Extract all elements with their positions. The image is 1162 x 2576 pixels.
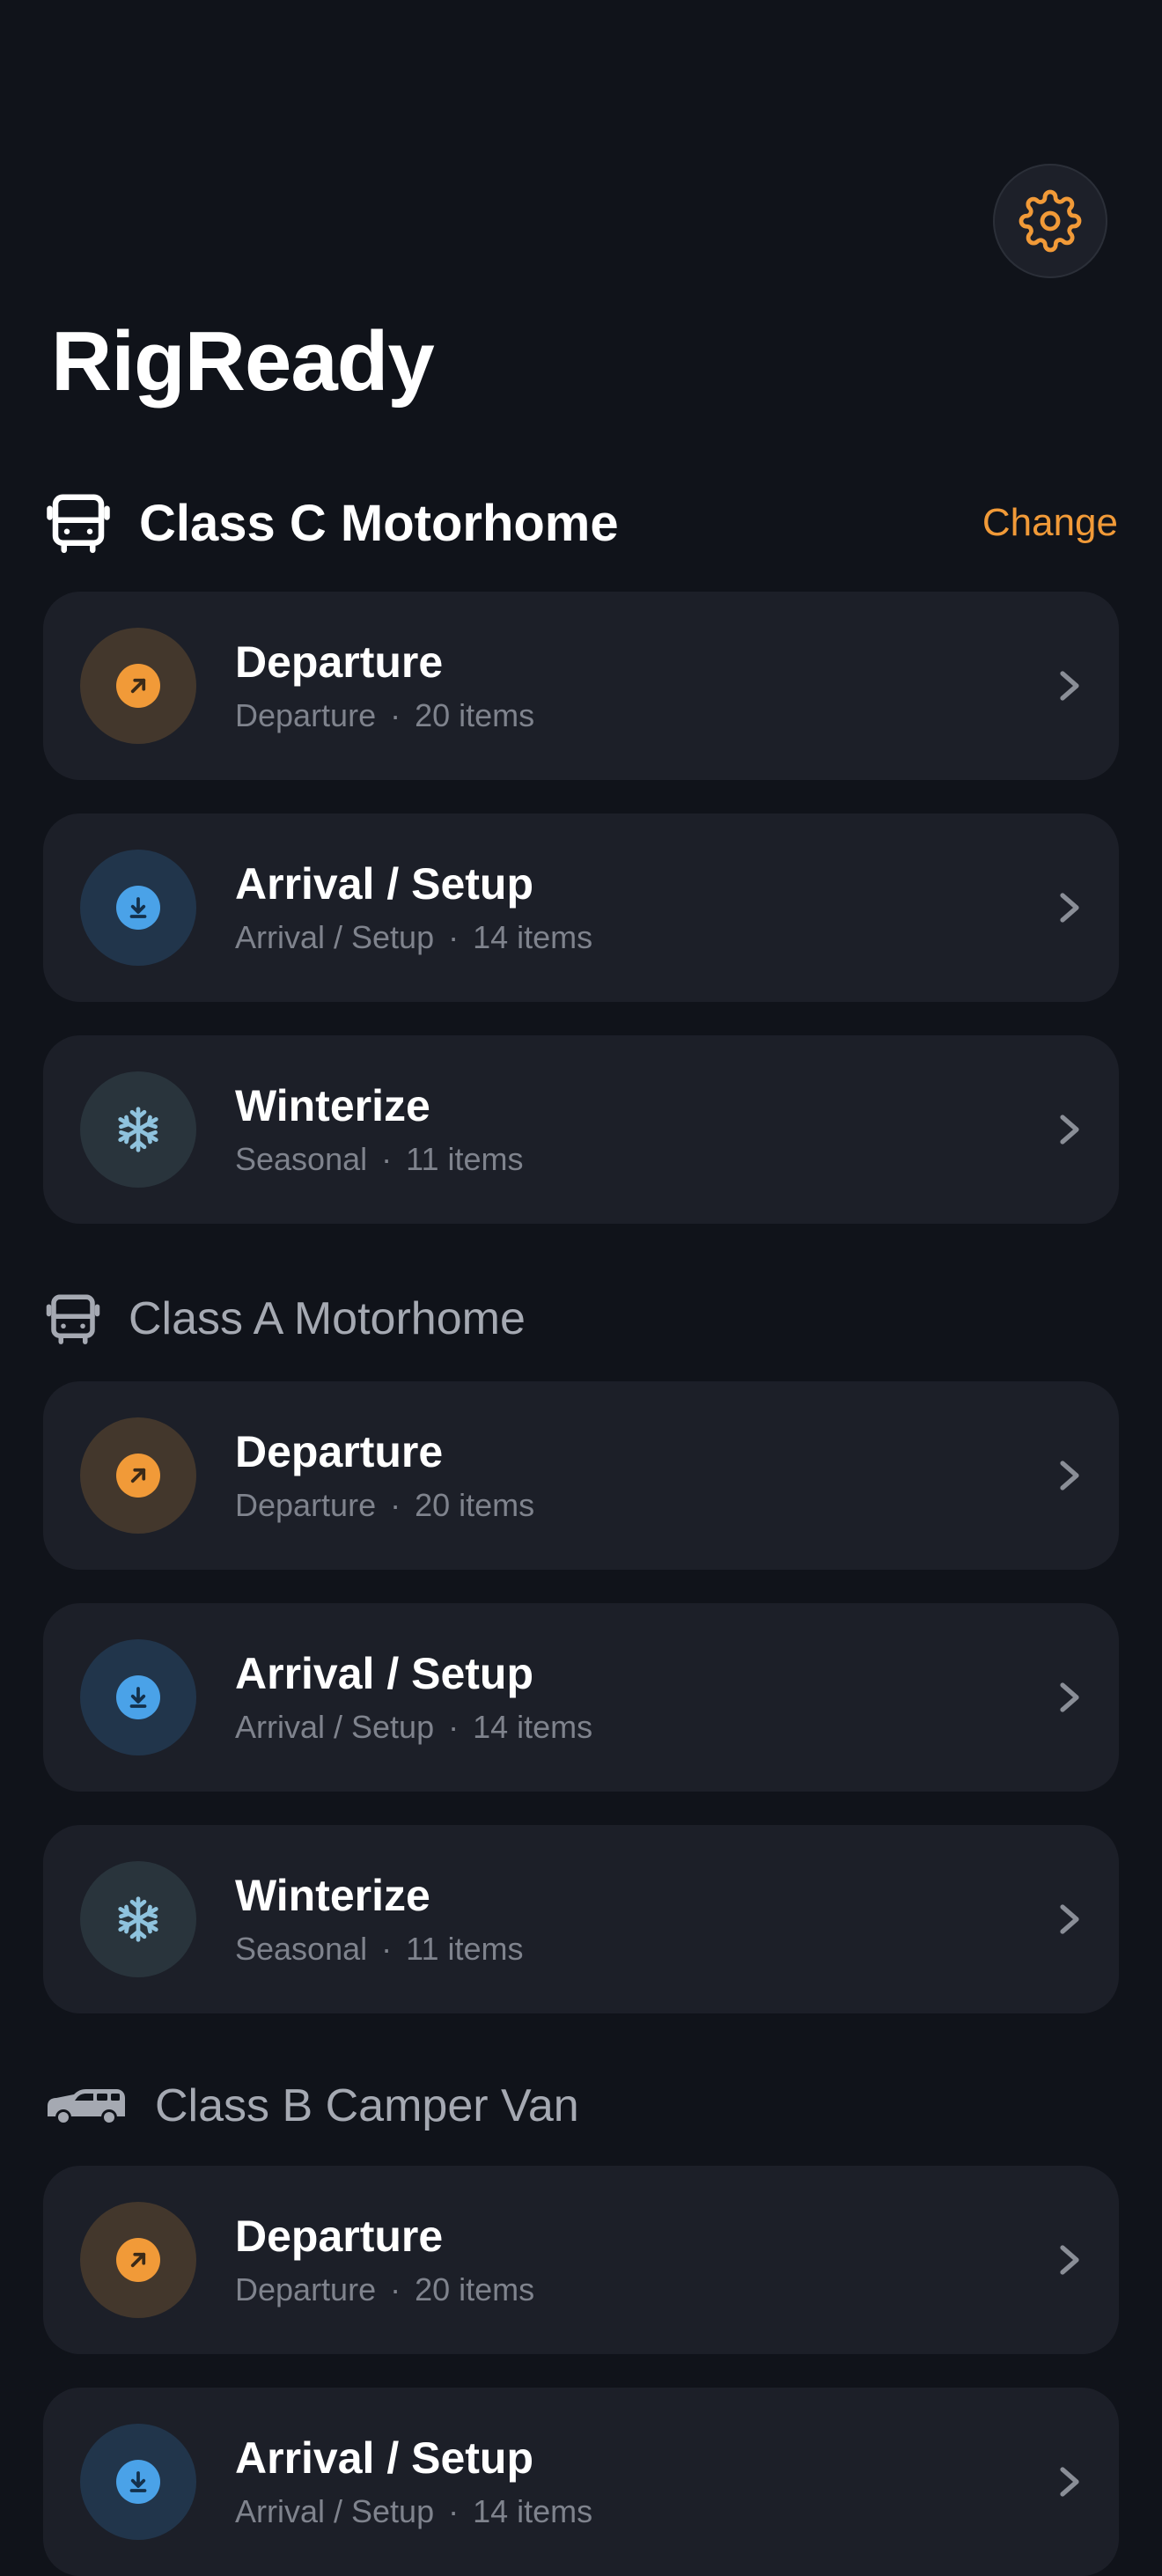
arrival-badge xyxy=(80,2424,196,2540)
card-title: Winterize xyxy=(235,1080,430,1130)
checklist-card-winterize[interactable]: Winterize Seasonal · 11 items xyxy=(43,1825,1119,2013)
van-icon xyxy=(44,2084,129,2128)
card-title: Departure xyxy=(235,2211,444,2261)
section-title: Class A Motorhome xyxy=(129,1293,526,1344)
bus-icon xyxy=(44,1290,102,1348)
arrow-up-right-icon xyxy=(116,664,160,708)
card-title: Arrival / Setup xyxy=(235,1648,533,1698)
section-header-class-a[interactable]: Class A Motorhome xyxy=(44,1284,1118,1354)
arrow-up-right-icon xyxy=(116,1454,160,1498)
chevron-right-icon xyxy=(1057,1902,1082,1937)
card-title: Departure xyxy=(235,637,444,687)
chevron-right-icon xyxy=(1057,2464,1082,2499)
snowflake-icon xyxy=(114,1895,163,1944)
snowflake-icon xyxy=(114,1105,163,1154)
section-title: Class C Motorhome xyxy=(139,494,619,552)
card-subtitle: Departure · 20 items xyxy=(235,697,535,734)
card-title: Arrival / Setup xyxy=(235,858,533,909)
download-icon xyxy=(116,1675,160,1719)
winterize-badge xyxy=(80,1071,196,1188)
card-subtitle: Seasonal · 11 items xyxy=(235,1141,524,1178)
card-title: Departure xyxy=(235,1426,444,1476)
card-subtitle: Seasonal · 11 items xyxy=(235,1931,524,1968)
card-title: Winterize xyxy=(235,1870,430,1920)
arrival-badge xyxy=(80,1639,196,1755)
card-subtitle: Departure · 20 items xyxy=(235,1487,535,1524)
card-subtitle: Arrival / Setup · 14 items xyxy=(235,1709,593,1746)
chevron-right-icon xyxy=(1057,890,1082,925)
winterize-badge xyxy=(80,1861,196,1977)
departure-badge xyxy=(80,2202,196,2318)
departure-badge xyxy=(80,628,196,744)
checklist-card-departure[interactable]: Departure Departure · 20 items xyxy=(43,592,1119,780)
card-subtitle: Departure · 20 items xyxy=(235,2271,535,2308)
chevron-right-icon xyxy=(1057,2242,1082,2278)
chevron-right-icon xyxy=(1057,1112,1082,1147)
checklist-card-arrival[interactable]: Arrival / Setup Arrival / Setup · 14 items xyxy=(43,2388,1119,2576)
chevron-right-icon xyxy=(1057,1680,1082,1715)
checklist-card-winterize[interactable]: Winterize Seasonal · 11 items xyxy=(43,1035,1119,1224)
arrow-up-right-icon xyxy=(116,2238,160,2282)
download-icon xyxy=(116,886,160,930)
section-header-class-b[interactable]: Class B Camper Van xyxy=(44,2071,1118,2141)
gear-icon xyxy=(1019,189,1082,253)
card-title: Arrival / Setup xyxy=(235,2432,533,2483)
settings-button[interactable] xyxy=(993,164,1107,278)
card-subtitle: Arrival / Setup · 14 items xyxy=(235,919,593,956)
app-title: RigReady xyxy=(51,314,435,408)
chevron-right-icon xyxy=(1057,668,1082,703)
change-vehicle-button[interactable]: Change xyxy=(982,501,1118,545)
section-header-class-c: Class C Motorhome Change xyxy=(44,488,1118,558)
checklist-card-arrival[interactable]: Arrival / Setup Arrival / Setup · 14 items xyxy=(43,813,1119,1002)
bus-icon xyxy=(44,489,113,557)
checklist-card-departure[interactable]: Departure Departure · 20 items xyxy=(43,1381,1119,1570)
chevron-right-icon xyxy=(1057,1458,1082,1493)
download-icon xyxy=(116,2460,160,2504)
arrival-badge xyxy=(80,850,196,966)
section-title: Class B Camper Van xyxy=(155,2080,579,2131)
checklist-card-departure[interactable]: Departure Departure · 20 items xyxy=(43,2166,1119,2354)
departure-badge xyxy=(80,1417,196,1534)
checklist-card-arrival[interactable]: Arrival / Setup Arrival / Setup · 14 items xyxy=(43,1603,1119,1792)
